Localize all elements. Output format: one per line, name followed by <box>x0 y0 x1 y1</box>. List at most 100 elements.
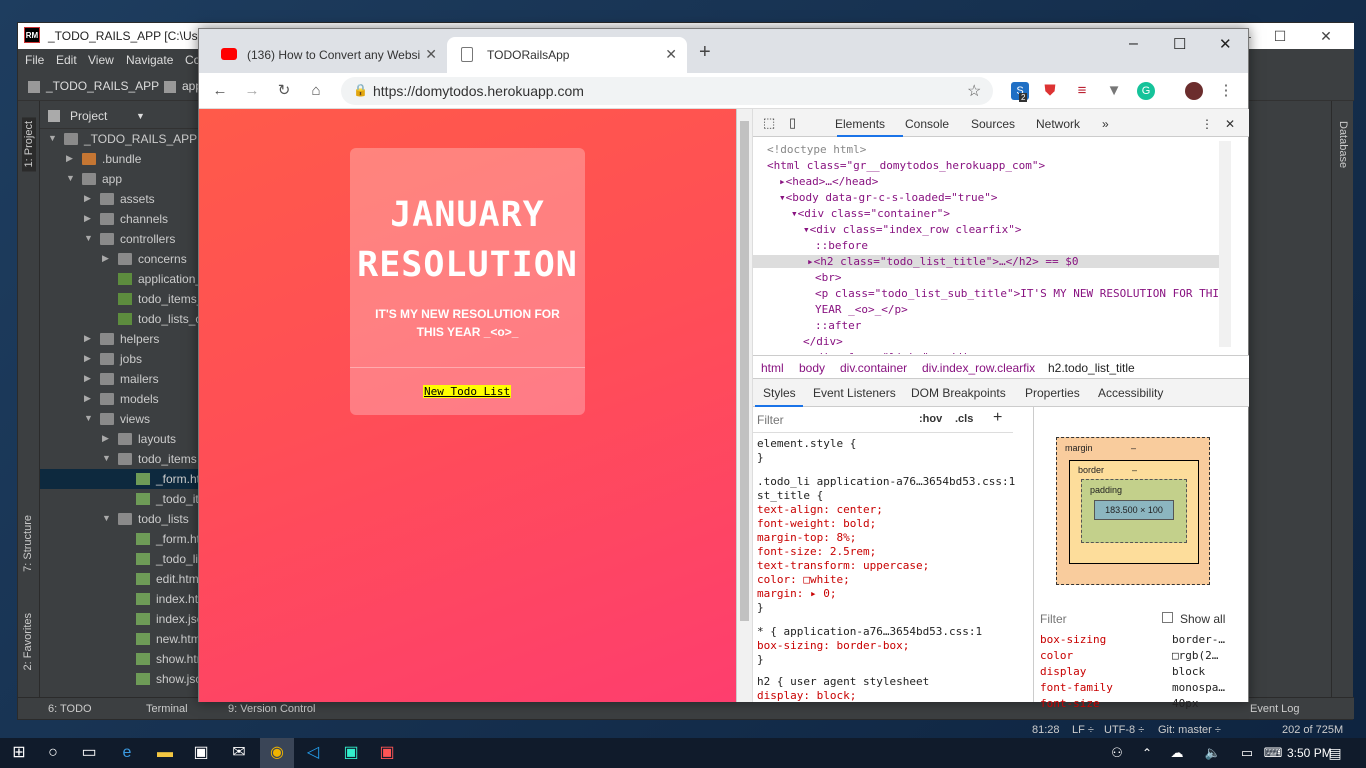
tree-folder[interactable]: ▶ layouts <box>40 429 220 449</box>
chevron-right-icon[interactable]: ▶ <box>84 393 94 404</box>
tree-folder[interactable]: ▶ assets <box>40 189 220 209</box>
style-rule-line[interactable]: font-weight: bold; <box>757 517 876 530</box>
dom-node[interactable]: ▸<div class="links">…</div> <box>803 351 982 354</box>
computed-property[interactable]: box-sizing <box>1040 633 1106 646</box>
more-tabs-icon[interactable]: » <box>1102 117 1109 131</box>
style-rule-line[interactable]: h2 { user agent stylesheet <box>757 675 929 688</box>
tab-version-control[interactable]: 9: Version Control <box>228 703 315 715</box>
tab-todo[interactable]: 6: TODO <box>48 703 92 715</box>
project-label[interactable]: Project <box>70 109 107 123</box>
new-todo-list-link[interactable]: New Todo List <box>423 385 512 398</box>
tree-folder[interactable]: ▼ views <box>40 409 220 429</box>
shield-extension-icon[interactable]: ⛊ <box>1041 82 1059 100</box>
crumb-body[interactable]: body <box>799 361 825 375</box>
tree-file[interactable]: application_ <box>40 269 220 289</box>
bookmark-star-icon[interactable]: ☆ <box>967 81 981 101</box>
chevron-right-icon[interactable]: ▶ <box>84 333 94 344</box>
chevron-right-icon[interactable]: ▶ <box>84 353 94 364</box>
vscode-icon[interactable]: ◁ <box>296 738 330 768</box>
tree-folder[interactable]: ▼ todo_items <box>40 449 220 469</box>
chevron-down-icon[interactable]: ▼ <box>48 133 58 143</box>
dom-node-selected[interactable]: ▸<h2 class="todo_list_title">…</h2> == $… <box>753 255 1231 268</box>
home-icon[interactable]: ⌂ <box>307 82 325 100</box>
close-icon[interactable]: ✕ <box>1219 35 1232 53</box>
dom-scrollbar[interactable] <box>1219 141 1231 347</box>
browser-tab-youtube[interactable]: (136) How to Convert any Websi ✕ <box>207 37 447 73</box>
dom-node[interactable]: ▾<body data-gr-c-s-loaded="true"> <box>779 191 998 204</box>
tree-file[interactable]: index.htr <box>40 589 220 609</box>
chevron-right-icon[interactable]: ▶ <box>84 193 94 204</box>
computed-property[interactable]: display <box>1040 665 1086 678</box>
menu-navigate[interactable]: Navigate <box>126 53 173 67</box>
reload-icon[interactable]: ↻ <box>275 82 293 100</box>
page-scrollbar[interactable] <box>737 109 753 702</box>
chevron-down-icon[interactable]: ▼ <box>102 453 112 463</box>
minimize-icon[interactable]: – <box>1129 35 1138 53</box>
style-rule-line[interactable]: st_title { <box>757 489 823 502</box>
device-toolbar-icon[interactable]: ▯ <box>789 115 796 131</box>
maximize-icon[interactable]: ☐ <box>1265 25 1295 47</box>
style-rule-line[interactable]: } <box>757 601 764 614</box>
style-rule-line[interactable]: display: block; <box>757 689 856 702</box>
chevron-right-icon[interactable]: ▶ <box>84 373 94 384</box>
chevron-right-icon[interactable]: ▶ <box>102 253 112 264</box>
subtab-dom-breakpoints[interactable]: DOM Breakpoints <box>911 386 1006 400</box>
tab-network[interactable]: Network <box>1036 117 1080 131</box>
tree-file[interactable]: _todo_ite <box>40 489 220 509</box>
chevron-right-icon[interactable]: ▶ <box>84 213 94 224</box>
tree-folder[interactable]: ▶ helpers <box>40 329 220 349</box>
dom-node[interactable]: ::after <box>815 319 861 332</box>
maximize-icon[interactable]: ☐ <box>1173 35 1186 53</box>
chevron-right-icon[interactable]: ▶ <box>102 433 112 444</box>
show-all-checkbox[interactable] <box>1162 612 1173 623</box>
devtools-close-icon[interactable]: ✕ <box>1225 117 1235 131</box>
computed-property[interactable]: font-family <box>1040 681 1113 694</box>
inspect-icon[interactable]: ⬚ <box>763 115 775 131</box>
styles-filter-input[interactable] <box>757 411 907 429</box>
dom-node[interactable]: ▾<div class="container"> <box>791 207 950 220</box>
chevron-down-icon[interactable]: ▼ <box>136 111 145 121</box>
tree-file[interactable]: _todo_list <box>40 549 220 569</box>
style-rule-line[interactable]: * { application-a76…3654bd53.css:1 <box>757 625 982 638</box>
tree-folder[interactable]: ▶ models <box>40 389 220 409</box>
windows-start-icon[interactable]: ⊞ <box>2 738 36 768</box>
menu-kebab-icon[interactable]: ⋮ <box>1217 82 1235 100</box>
chevron-right-icon[interactable]: ▶ <box>66 153 76 164</box>
rubymine-taskbar-icon[interactable]: ▣ <box>370 738 404 768</box>
line-separator[interactable]: LF ÷ <box>1072 724 1094 736</box>
dom-node[interactable]: </div> <box>803 335 843 348</box>
style-rule-line[interactable]: margin-top: 8%; <box>757 531 856 544</box>
tree-file[interactable]: _form.htr <box>40 469 220 489</box>
tree-folder[interactable]: ▼ _TODO_RAILS_APP C: <box>40 129 220 149</box>
hov-toggle[interactable]: :hov <box>919 413 942 425</box>
tree-file[interactable]: todo_lists_co <box>40 309 220 329</box>
browser-tab-todorailsapp[interactable]: TODORailsApp ✕ <box>447 37 687 73</box>
style-rule-line[interactable]: } <box>757 653 764 666</box>
tab-project[interactable]: 1: Project <box>22 117 36 172</box>
tree-folder[interactable]: ▼ app <box>40 169 220 189</box>
dom-node[interactable]: <!doctype html> <box>767 143 866 156</box>
tab-elements[interactable]: Elements <box>835 117 885 131</box>
forward-icon[interactable]: → <box>243 82 261 100</box>
action-center-icon[interactable]: ▤ <box>1318 738 1352 768</box>
style-rule-line[interactable]: text-align: center; <box>757 503 883 516</box>
file-explorer-icon[interactable]: ▬ <box>148 738 182 768</box>
style-rule-line[interactable]: color: □white; <box>757 573 850 586</box>
computed-property[interactable]: color <box>1040 649 1073 662</box>
chevron-down-icon[interactable]: ▼ <box>66 173 76 183</box>
people-icon[interactable]: ⚇ <box>1100 738 1134 768</box>
dom-node[interactable]: YEAR _<o>_</p> <box>815 303 908 316</box>
subtab-properties[interactable]: Properties <box>1025 386 1080 400</box>
crumb-html[interactable]: html <box>761 361 784 375</box>
cls-toggle[interactable]: .cls <box>955 413 973 425</box>
vue-extension-icon[interactable]: ▼ <box>1105 82 1123 100</box>
avatar[interactable] <box>1185 82 1203 100</box>
git-branch[interactable]: Git: master ÷ <box>1158 724 1221 736</box>
computed-property[interactable]: font-size <box>1040 697 1100 710</box>
tree-file[interactable]: index.jso <box>40 609 220 629</box>
subtab-styles[interactable]: Styles <box>763 386 796 400</box>
tab-database[interactable]: Database <box>1337 121 1349 168</box>
crumb-container[interactable]: div.container <box>840 361 907 375</box>
devtools-menu-icon[interactable]: ⋮ <box>1201 117 1213 131</box>
chevron-down-icon[interactable]: ▼ <box>84 233 94 243</box>
